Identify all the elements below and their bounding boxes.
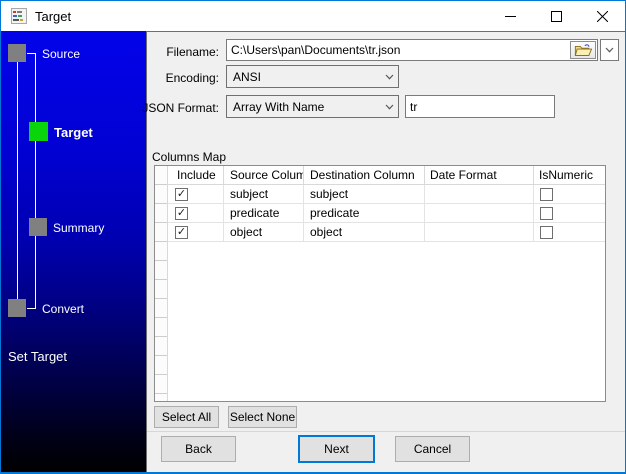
cancel-button[interactable]: Cancel xyxy=(395,436,470,462)
step-label-convert: Convert xyxy=(42,302,85,316)
header-include[interactable]: Include xyxy=(168,166,224,185)
wizard-connector-line xyxy=(27,53,36,54)
filename-label: Filename: xyxy=(166,45,219,59)
table-row[interactable]: ✓ predicate predicate xyxy=(168,204,605,223)
filename-input[interactable]: C:\Users\pan\Documents\tr.json xyxy=(226,39,598,61)
source-column-cell: subject xyxy=(224,185,304,204)
select-none-button[interactable]: Select None xyxy=(228,406,297,428)
isnumeric-checkbox[interactable] xyxy=(540,206,553,220)
json-format-select[interactable]: Array With Name xyxy=(226,95,399,118)
open-folder-icon xyxy=(574,44,592,56)
table-row[interactable]: ✓ object object xyxy=(168,223,605,242)
sidebar-caption: Set Target xyxy=(8,349,68,364)
date-format-cell xyxy=(425,185,534,204)
date-format-cell xyxy=(425,223,534,242)
destination-column-cell: subject xyxy=(304,185,425,204)
select-all-button[interactable]: Select All xyxy=(154,406,219,428)
include-checkbox[interactable]: ✓ xyxy=(175,187,188,201)
maximize-button[interactable] xyxy=(533,1,579,31)
columns-map-label: Columns Map xyxy=(152,150,227,164)
filename-dropdown-button[interactable] xyxy=(600,39,619,61)
row-selector-strip[interactable] xyxy=(155,166,168,401)
back-button[interactable]: Back xyxy=(161,436,236,462)
wizard-connector-line xyxy=(27,308,36,309)
checkmark-icon: ✓ xyxy=(176,187,187,200)
encoding-label: Encoding: xyxy=(165,71,219,85)
footer-divider xyxy=(147,431,625,432)
wizard-connector-line xyxy=(35,53,36,309)
app-icon xyxy=(11,8,27,24)
source-column-cell: object xyxy=(224,223,304,242)
step-label-source: Source xyxy=(42,47,81,61)
wizard-connector-line xyxy=(17,62,18,299)
header-isnumeric[interactable]: IsNumeric xyxy=(534,166,605,185)
title-bar[interactable]: Target xyxy=(1,1,625,31)
header-destination-column[interactable]: Destination Column xyxy=(304,166,425,185)
wizard-sidebar: Source Target Summary Convert Set Target xyxy=(1,31,146,472)
step-marker-convert xyxy=(8,299,26,317)
close-button[interactable] xyxy=(579,1,625,31)
chevron-down-icon xyxy=(605,47,614,53)
close-icon xyxy=(596,10,608,22)
step-marker-summary xyxy=(29,218,47,236)
json-format-label: JSON Format: xyxy=(142,101,219,115)
source-column-cell: predicate xyxy=(224,204,304,223)
minimize-icon xyxy=(504,15,516,17)
encoding-value: ANSI xyxy=(233,69,262,84)
table-header-row: Include Source Column Destination Column… xyxy=(168,166,605,185)
checkmark-icon: ✓ xyxy=(176,206,187,219)
maximize-icon xyxy=(550,10,562,22)
isnumeric-checkbox[interactable] xyxy=(540,225,553,239)
root-name-value: tr xyxy=(410,99,418,114)
json-format-value: Array With Name xyxy=(233,99,325,114)
step-marker-target xyxy=(29,122,48,141)
header-source-column[interactable]: Source Column xyxy=(224,166,304,185)
destination-column-cell: object xyxy=(304,223,425,242)
step-label-target: Target xyxy=(54,125,93,140)
columns-map-table: Include Source Column Destination Column… xyxy=(154,165,606,402)
target-dialog-window: Target Source Target Summary Convert Set… xyxy=(0,0,626,474)
include-checkbox[interactable]: ✓ xyxy=(175,225,188,239)
window-title: Target xyxy=(35,8,72,24)
chevron-down-icon xyxy=(380,104,398,110)
filename-value: C:\Users\pan\Documents\tr.json xyxy=(231,43,401,57)
table-row[interactable]: ✓ subject subject xyxy=(168,185,605,204)
header-date-format[interactable]: Date Format xyxy=(425,166,534,185)
browse-button[interactable] xyxy=(570,41,596,59)
encoding-select[interactable]: ANSI xyxy=(226,65,399,88)
chevron-down-icon xyxy=(380,74,398,80)
date-format-cell xyxy=(425,204,534,223)
destination-column-cell: predicate xyxy=(304,204,425,223)
include-checkbox[interactable]: ✓ xyxy=(175,206,188,220)
step-marker-source xyxy=(8,44,26,62)
root-name-input[interactable]: tr xyxy=(405,95,555,118)
isnumeric-checkbox[interactable] xyxy=(540,187,553,201)
next-button[interactable]: Next xyxy=(298,435,375,463)
step-label-summary: Summary xyxy=(53,221,105,235)
checkmark-icon: ✓ xyxy=(176,225,187,238)
minimize-button[interactable] xyxy=(487,1,533,31)
